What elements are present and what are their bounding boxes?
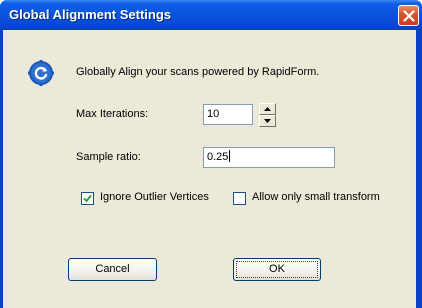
max-iterations-value: 10 [207, 108, 220, 120]
small-transform-checkbox[interactable] [233, 192, 246, 205]
window-title: Global Alignment Settings [9, 7, 172, 22]
close-icon [403, 10, 415, 22]
max-iterations-label: Max Iterations: [76, 108, 149, 120]
title-bar[interactable]: Global Alignment Settings [0, 0, 422, 30]
ignore-outlier-checkbox[interactable] [81, 192, 94, 205]
ok-button-label: OK [269, 263, 285, 275]
dialog-body: Globally Align your scans powered by Rap… [3, 30, 416, 308]
ok-button-focus: OK [236, 261, 318, 278]
sample-ratio-label: Sample ratio: [76, 151, 141, 163]
arrow-up-icon [264, 107, 271, 111]
close-button[interactable] [398, 5, 419, 26]
arrow-down-icon [264, 119, 271, 123]
text-caret [229, 150, 231, 162]
ignore-outlier-label[interactable]: Ignore Outlier Vertices [100, 191, 209, 203]
checkmark-icon [83, 194, 92, 203]
cancel-button-label: Cancel [95, 263, 130, 275]
sample-ratio-input[interactable]: 0.25 [203, 147, 335, 168]
spin-down-button[interactable] [259, 115, 276, 127]
spin-up-button[interactable] [259, 103, 276, 115]
intro-text: Globally Align your scans powered by Rap… [76, 66, 320, 78]
ok-button[interactable]: OK [233, 258, 321, 281]
small-transform-label[interactable]: Allow only small transform [252, 191, 380, 203]
cancel-button[interactable]: Cancel [68, 258, 157, 281]
dialog-window: Global Alignment Settings Globally Align… [0, 0, 422, 308]
sample-ratio-value: 0.25 [207, 151, 229, 163]
refresh-icon [28, 60, 54, 86]
max-iterations-spinner[interactable] [259, 103, 276, 127]
max-iterations-input[interactable]: 10 [203, 104, 253, 125]
